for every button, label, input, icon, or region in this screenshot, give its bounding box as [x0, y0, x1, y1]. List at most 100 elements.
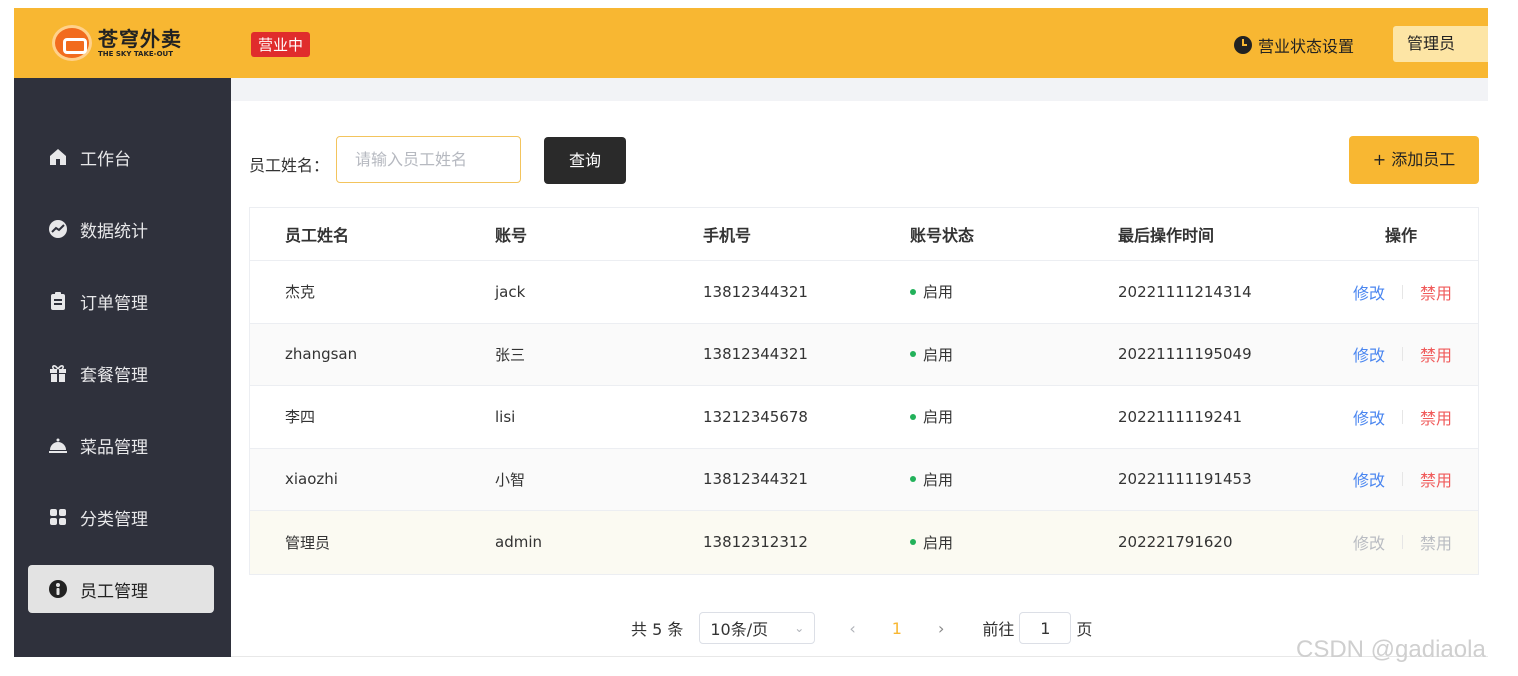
sidebar-item-employees[interactable]: 员工管理 — [28, 565, 214, 613]
column-header-last-operation-time: 最后操作时间 — [1118, 226, 1215, 245]
chevron-down-icon: ⌄ — [794, 621, 805, 635]
sidebar-item-label: 分类管理 — [80, 509, 148, 530]
dish-icon — [48, 435, 68, 455]
table-row: xiaozhi 小智 13812344321 启用 20221111191453… — [250, 448, 1478, 511]
sidebar-item-categories[interactable]: 分类管理 — [28, 493, 214, 541]
sidebar-item-label: 订单管理 — [80, 293, 148, 314]
cell-phone: 13812344321 — [703, 282, 808, 301]
cell-status: 启用 — [910, 344, 953, 365]
sidebar-item-workbench[interactable]: 工作台 — [28, 133, 214, 181]
disable-link[interactable]: 禁用 — [1420, 405, 1452, 429]
sidebar-item-label: 员工管理 — [80, 581, 148, 602]
status-dot-icon — [910, 476, 916, 483]
cell-last-operation-time: 20221111191453 — [1118, 470, 1252, 489]
cell-last-operation-time: 202221791620 — [1118, 533, 1233, 552]
query-button[interactable]: 查询 — [544, 137, 626, 184]
add-employee-button[interactable]: + 添加员工 — [1349, 136, 1479, 184]
chart-icon — [48, 219, 68, 239]
admin-user-button[interactable]: 管理员 — [1393, 26, 1488, 62]
column-header-status: 账号状态 — [910, 226, 975, 245]
disable-link-disabled: 禁用 — [1420, 534, 1453, 554]
status-text: 启用 — [923, 345, 954, 364]
sidebar-item-label: 数据统计 — [80, 221, 148, 242]
status-text: 启用 — [923, 408, 954, 427]
action-divider — [1402, 409, 1403, 424]
sidebar-item-dishes[interactable]: 菜品管理 — [28, 421, 214, 469]
cell-account: 张三 — [495, 345, 526, 364]
cell-last-operation-time: 20221111195049 — [1118, 345, 1252, 364]
sidebar-item-label: 菜品管理 — [80, 437, 148, 458]
pagination-total: 共 5 条 — [631, 620, 684, 639]
disable-link[interactable]: 禁用 — [1420, 280, 1452, 304]
cell-account: admin — [495, 533, 542, 552]
logo-badge-icon — [52, 25, 92, 61]
business-status-setting-label: 营业状态设置 — [1258, 37, 1355, 56]
table-row: 管理员 admin 13812312312 启用 202221791620 修改… — [250, 511, 1478, 574]
disable-link[interactable]: 禁用 — [1420, 342, 1452, 366]
table-header-row: 员工姓名 账号 手机号 账号状态 最后操作时间 操作 — [250, 208, 1478, 261]
table-row: 杰克 jack 13812344321 启用 20221111214314 修改… — [250, 261, 1478, 324]
logo: 苍穹外卖 THE SKY TAKE-OUT — [52, 25, 182, 61]
home-icon — [48, 147, 68, 167]
next-page-button[interactable]: › — [938, 619, 944, 638]
clock-icon — [1234, 36, 1252, 54]
cell-last-operation-time: 2022111119241 — [1118, 407, 1243, 426]
business-status-badge: 营业中 — [251, 32, 311, 57]
goto-page-input[interactable] — [1019, 612, 1072, 644]
main-content: 员工姓名： 查询 + 添加员工 员工姓名 账号 手机号 账号状态 最后操作时间 … — [231, 78, 1488, 657]
status-dot-icon — [910, 288, 916, 295]
edit-link[interactable]: 修改 — [1353, 467, 1385, 491]
page-number-current[interactable]: 1 — [892, 619, 902, 638]
sidebar-item-label: 套餐管理 — [80, 365, 148, 386]
disable-link[interactable]: 禁用 — [1420, 467, 1452, 491]
column-header-account: 账号 — [495, 226, 528, 245]
cell-last-operation-time: 20221111214314 — [1118, 282, 1252, 301]
employee-name-label: 员工姓名： — [249, 156, 330, 175]
cell-name: xiaozhi — [285, 470, 338, 489]
cell-status: 启用 — [910, 532, 953, 553]
action-divider — [1402, 284, 1403, 299]
edit-link[interactable]: 修改 — [1353, 280, 1385, 304]
cell-name: 杰克 — [285, 283, 316, 302]
cell-status: 启用 — [910, 406, 953, 427]
page-size-select[interactable]: 10条/页 ⌄ — [699, 612, 816, 644]
status-text: 启用 — [923, 470, 954, 489]
page-size-value: 10条/页 — [710, 620, 769, 639]
status-text: 启用 — [923, 283, 954, 302]
prev-page-button[interactable]: ‹ — [849, 619, 855, 638]
cell-name: zhangsan — [285, 345, 358, 364]
goto-label: 前往 — [982, 620, 1015, 639]
page-suffix-label: 页 — [1076, 620, 1093, 639]
cell-phone: 13812312312 — [703, 533, 808, 552]
cell-name: 李四 — [285, 408, 316, 427]
status-dot-icon — [910, 413, 916, 420]
edit-link[interactable]: 修改 — [1353, 342, 1385, 366]
watermark: CSDN @gadiaola — [1296, 636, 1486, 663]
action-divider — [1402, 347, 1403, 362]
cell-status: 启用 — [910, 281, 953, 302]
grid-icon — [48, 507, 68, 527]
app-window: 苍穹外卖 THE SKY TAKE-OUT 营业中 营业状态设置 管理员 工作台… — [14, 8, 1488, 657]
cell-name: 管理员 — [285, 533, 331, 552]
sidebar-item-combos[interactable]: 套餐管理 — [28, 349, 214, 397]
column-header-phone: 手机号 — [703, 226, 752, 245]
content-top-strip — [231, 78, 1488, 101]
action-divider — [1402, 535, 1403, 550]
business-status-setting-button[interactable]: 营业状态设置 — [1234, 33, 1354, 57]
top-header: 苍穹外卖 THE SKY TAKE-OUT 营业中 营业状态设置 管理员 — [14, 8, 1488, 78]
pagination: 共 5 条 10条/页 ⌄ ‹ 1 › 前往 页 — [631, 612, 1092, 644]
employee-icon — [48, 579, 68, 599]
cell-account: lisi — [495, 407, 516, 426]
cell-account: jack — [495, 282, 526, 301]
sidebar-item-orders[interactable]: 订单管理 — [28, 277, 214, 325]
table-row: zhangsan 张三 13812344321 启用 2022111119504… — [250, 323, 1478, 386]
sidebar-item-label: 工作台 — [80, 149, 131, 170]
sidebar-item-statistics[interactable]: 数据统计 — [28, 205, 214, 253]
cell-account: 小智 — [495, 470, 526, 489]
clipboard-icon — [48, 291, 68, 311]
employee-name-search-input[interactable] — [336, 136, 521, 183]
logo-subtitle: THE SKY TAKE-OUT — [98, 49, 173, 58]
status-text: 启用 — [923, 533, 954, 552]
edit-link[interactable]: 修改 — [1353, 405, 1385, 429]
cell-phone: 13812344321 — [703, 345, 808, 364]
